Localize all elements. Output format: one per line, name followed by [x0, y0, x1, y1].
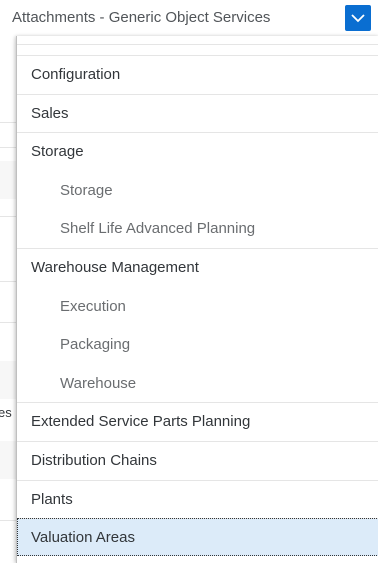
list-item[interactable]: Warehouse [17, 364, 378, 402]
dropdown-scroll-edge [17, 36, 378, 45]
list-item-label: Execution [60, 297, 126, 315]
list-item[interactable]: Plants [17, 480, 378, 518]
background-divider [0, 520, 16, 521]
list-item-label: Storage [31, 143, 84, 160]
select-value[interactable]: Attachments - Generic Object Services [12, 9, 270, 26]
object-type-select[interactable]: Attachments - Generic Object Services [0, 0, 378, 36]
background-divider [0, 147, 16, 148]
background-divider [0, 322, 16, 323]
list-item-label: Warehouse Management [31, 259, 199, 276]
list-item-label: Distribution Chains [31, 452, 157, 469]
list-item-label: Sales [31, 105, 69, 122]
list-item-label: Storage [60, 181, 113, 199]
background-row [0, 441, 16, 479]
dropdown-arrow-button[interactable] [345, 5, 371, 31]
list-item[interactable]: Configuration [17, 55, 378, 93]
list-item-label: Plants [31, 491, 73, 508]
list-item[interactable]: Packaging [17, 325, 378, 363]
background-page: es [0, 36, 16, 561]
dropdown-list[interactable]: Configuration Sales Storage Storage Shelf Li… [16, 36, 378, 563]
list-item[interactable]: Sales [17, 94, 378, 132]
list-item[interactable]: Extended Service Parts Planning [17, 402, 378, 440]
list-item[interactable]: Valuation Areas [17, 518, 378, 556]
list-item-label: Extended Service Parts Planning [31, 413, 251, 430]
list-item[interactable]: Storage [17, 132, 378, 170]
background-row [0, 161, 16, 199]
list-item-label: Packaging [60, 335, 131, 353]
list-item[interactable]: Shelf Life Advanced Planning [17, 209, 378, 247]
list-item-label: Shelf Life Advanced Planning [60, 219, 256, 237]
background-text-fragment: es [0, 405, 12, 420]
background-divider [0, 281, 16, 282]
list-item-label: Valuation Areas [31, 529, 135, 546]
background-divider [0, 216, 16, 217]
list-item[interactable]: Storage [17, 171, 378, 209]
background-row [0, 361, 16, 399]
background-divider [0, 122, 16, 123]
chevron-down-icon [351, 13, 365, 22]
list-item-label: Configuration [31, 66, 121, 83]
list-item-label: Warehouse [60, 374, 137, 392]
list-item[interactable]: Execution [17, 287, 378, 325]
list-item[interactable]: Distribution Chains [17, 441, 378, 479]
list-item[interactable]: Warehouse Management [17, 248, 378, 286]
